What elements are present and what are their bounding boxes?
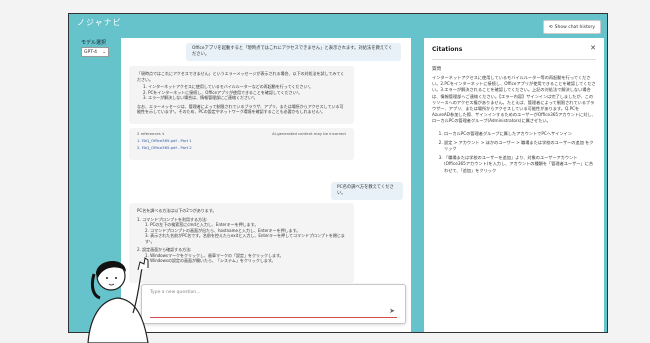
user-message: Officeアプリを起動すると「現時点ではこれにアクセスできません」と表示されま…: [186, 43, 401, 61]
show-chat-history-button[interactable]: ⟲ Show chat history: [542, 20, 601, 34]
citation-step: 「職場または学校のユーザーを追加」より、対象のユーザーアカウント(Office3…: [444, 155, 596, 174]
model-select[interactable]: GPT-4 ⌄: [81, 47, 109, 57]
citation-step: 設定 > アカウント > ほかのユーザー > 職場または学校のユーザーの追加 を…: [444, 140, 596, 152]
app-title: ノジャナビ: [77, 18, 122, 27]
ai-disclaimer: AI-generated content may be incorrect: [272, 131, 346, 136]
assistant-message: 「現時点ではこれにアクセスできません」というエラーメッセージが表示される場合、以…: [129, 66, 354, 124]
citation-steps: ローカルPCの管理者グループに属したアカウントでPCへサインイン 設定 > アカ…: [432, 131, 596, 174]
assistant-message-intro: PC名を調べる方法は以下の2つがあります。: [137, 208, 217, 213]
history-icon: ⟲: [548, 24, 553, 30]
list-item: 3. 表示された名前がPC名です。名前を控えたらexitと入力し、Enterキー…: [145, 233, 345, 244]
question-input[interactable]: Type a new question... ➤: [141, 284, 406, 324]
citation-question-label: 質問: [432, 67, 441, 72]
guide-character-illustration: [87, 257, 149, 343]
assistant-message-note: なお、エラーメッセージは、管理者によって制限されているブラウザ、アプリ、または場…: [137, 103, 344, 115]
assistant-message: PC名を調べる方法は以下の2つがあります。 1. コマンドプロンプトを利用する方…: [129, 203, 354, 283]
list-item: 2. Windowsの設定の画面が開いたら、「システム」をクリックします。: [145, 258, 276, 263]
reference-link[interactable]: 2. FAQ_Office365.pdf - Part 2: [137, 145, 192, 150]
citation-body: インターネットアクセスに使用しているモバイルルーター等の再起動を行ってください。…: [432, 75, 596, 124]
input-underline: [150, 316, 397, 318]
chevron-down-icon: ⌄: [102, 49, 106, 55]
citations-title: Citations: [432, 46, 463, 53]
references-box: 2 references ∨ AI-generated content may …: [129, 128, 354, 160]
list-item: 3. エラーが解決しない場合は、情報管理部にご連絡ください³。: [143, 95, 258, 100]
send-icon[interactable]: ➤: [389, 307, 395, 315]
user-message: PC名の調べ方を教えてください。: [331, 182, 403, 200]
citation-step: ローカルPCの管理者グループに属したアカウントでPCへサインイン: [444, 131, 596, 137]
divider: [432, 59, 596, 60]
history-button-label: Show chat history: [554, 24, 595, 30]
citations-panel: Citations ✕ 質問 インターネットアクセスに使用しているモバイルルータ…: [424, 38, 604, 332]
chat-area: Officeアプリを起動すると「現時点ではこれにアクセスできません」と表示されま…: [121, 38, 411, 332]
model-select-value: GPT-4: [84, 49, 98, 55]
close-icon[interactable]: ✕: [590, 44, 596, 52]
assistant-message-intro: 「現時点ではこれにアクセスできません」というエラーメッセージが表示される場合、以…: [137, 71, 345, 82]
model-select-label: モデル選択: [81, 40, 107, 46]
